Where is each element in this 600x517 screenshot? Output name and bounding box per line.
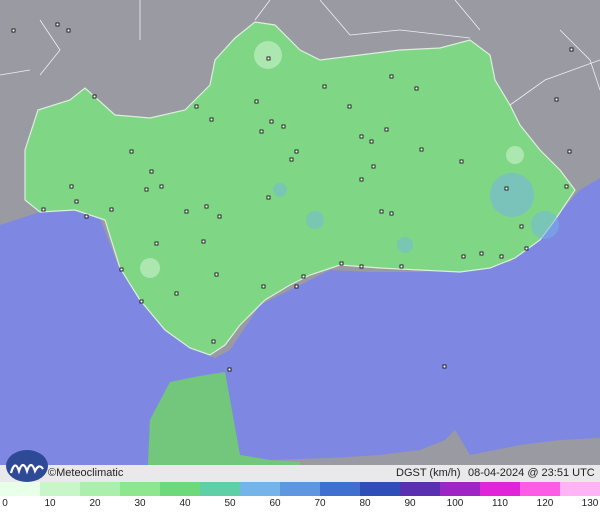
legend-tick-label: 110 [492, 498, 508, 509]
wind-zone [254, 41, 282, 69]
legend-color-bar [0, 482, 600, 496]
legend-tick-label: 60 [269, 498, 281, 509]
legend-swatch [0, 482, 40, 496]
wind-zone [490, 173, 534, 217]
map-canvas [0, 0, 600, 465]
legend-tick-label: 100 [446, 498, 464, 509]
wind-zone [273, 183, 287, 197]
legend-swatch [280, 482, 320, 496]
legend-swatch [520, 482, 560, 496]
brand-name: ©Meteoclimatic [48, 467, 124, 479]
legend-tick-label: 40 [179, 498, 191, 509]
legend-tick-label: 30 [134, 498, 146, 509]
legend-tick-label: 120 [536, 498, 554, 509]
legend-swatch [320, 482, 360, 496]
legend-tick-label: 130 [581, 498, 599, 509]
legend-swatch [440, 482, 480, 496]
parameter-label: DGST (km/h) [396, 467, 461, 479]
info-bar: ©Meteoclimatic DGST (km/h) 08-04-2024 @ … [0, 450, 600, 482]
legend-swatch [200, 482, 240, 496]
legend-tick-label: 80 [359, 498, 371, 509]
legend-tick-label: 70 [314, 498, 326, 509]
wind-zone [531, 211, 559, 239]
legend-tick-label: 0 [2, 498, 8, 509]
wind-zone [397, 237, 413, 253]
legend-tick-label: 10 [44, 498, 56, 509]
legend-swatch [80, 482, 120, 496]
legend-swatch [360, 482, 400, 496]
legend-swatch [40, 482, 80, 496]
color-legend: 0 10 20 30 40 50 60 70 80 90 100 110 120 130 [0, 482, 600, 517]
legend-tick-label: 90 [404, 498, 416, 509]
legend-tick-label: 50 [224, 498, 236, 509]
legend-swatch [480, 482, 520, 496]
legend-swatch [120, 482, 160, 496]
wind-zone [140, 258, 160, 278]
legend-swatch [400, 482, 440, 496]
wind-zone [506, 146, 524, 164]
legend-tick-label: 20 [89, 498, 101, 509]
legend-swatch [160, 482, 200, 496]
timestamp: 08-04-2024 @ 23:51 UTC [468, 467, 595, 479]
meteoclimatic-logo-icon [6, 450, 48, 482]
legend-swatch [560, 482, 600, 496]
wind-zone [306, 211, 324, 229]
legend-labels: 0 10 20 30 40 50 60 70 80 90 100 110 120 130 [0, 498, 600, 512]
legend-swatch [240, 482, 280, 496]
